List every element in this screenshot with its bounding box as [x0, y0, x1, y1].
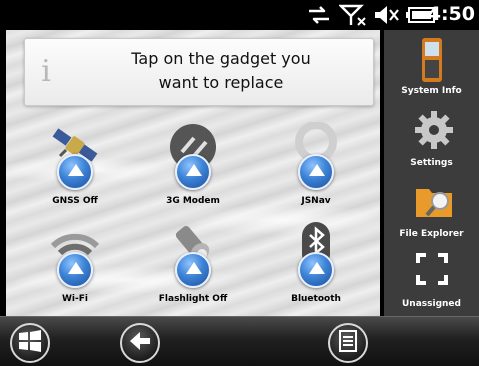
gadget-panel: i Tap on the gadget you want to replace …: [6, 30, 380, 316]
gadget-label: Wi-Fi: [62, 294, 88, 304]
info-icon: i: [41, 54, 51, 89]
select-badge-icon: [298, 252, 334, 288]
sidebar-item-label: System Info: [401, 86, 462, 96]
select-badge-icon: [57, 252, 93, 288]
gadget-gnss[interactable]: GNSS Off: [20, 122, 130, 218]
volume-mute-icon: [372, 4, 402, 26]
gadget-flashlight[interactable]: Flashlight Off: [138, 220, 248, 316]
sidebar-item-label: Unassigned: [402, 299, 461, 309]
bottom-bar: [0, 316, 479, 366]
gadget-label: JSNav: [301, 196, 331, 206]
back-arrow-icon: [128, 330, 152, 356]
sidebar: System Info Settings File Explorer Unass…: [384, 30, 479, 316]
data-sync-icon: [306, 4, 332, 26]
folder-search-icon: [414, 181, 452, 221]
menu-button[interactable]: [328, 323, 368, 363]
select-badge-icon: [175, 154, 211, 190]
instruction-banner: i Tap on the gadget you want to replace: [24, 38, 374, 106]
instruction-text: Tap on the gadget you want to replace: [131, 49, 311, 92]
no-signal-icon: [338, 4, 368, 26]
status-bar: 4:50: [0, 0, 479, 30]
select-badge-icon: [298, 154, 334, 190]
menu-list-icon: [338, 330, 358, 356]
gadget-wifi[interactable]: Wi-Fi: [20, 220, 130, 316]
back-button[interactable]: [120, 323, 160, 363]
gadget-jsnav[interactable]: JSNav: [261, 121, 371, 218]
sidebar-item-file-explorer[interactable]: File Explorer: [384, 177, 479, 247]
start-button[interactable]: [10, 323, 50, 363]
sidebar-item-label: File Explorer: [399, 229, 464, 239]
gear-icon: [414, 110, 453, 150]
clock-time[interactable]: 4:50: [428, 3, 475, 25]
sidebar-item-label: Settings: [410, 158, 453, 168]
select-badge-icon: [57, 154, 93, 190]
empty-slot-icon: [414, 251, 450, 291]
device-icon: [414, 38, 450, 82]
sidebar-item-settings[interactable]: Settings: [384, 106, 479, 176]
gadget-label: Bluetooth: [291, 294, 341, 304]
sidebar-item-unassigned[interactable]: Unassigned: [384, 247, 479, 317]
gadget-bluetooth[interactable]: Bluetooth: [261, 220, 371, 316]
select-badge-icon: [175, 252, 211, 288]
gadget-label: 3G Modem: [166, 196, 220, 206]
gadget-label: Flashlight Off: [158, 294, 228, 304]
gadget-label: GNSS Off: [52, 196, 98, 206]
windows-start-icon: [18, 330, 42, 356]
sidebar-item-system-info[interactable]: System Info: [384, 34, 479, 104]
gadget-3g-modem[interactable]: 3G Modem: [138, 122, 248, 218]
